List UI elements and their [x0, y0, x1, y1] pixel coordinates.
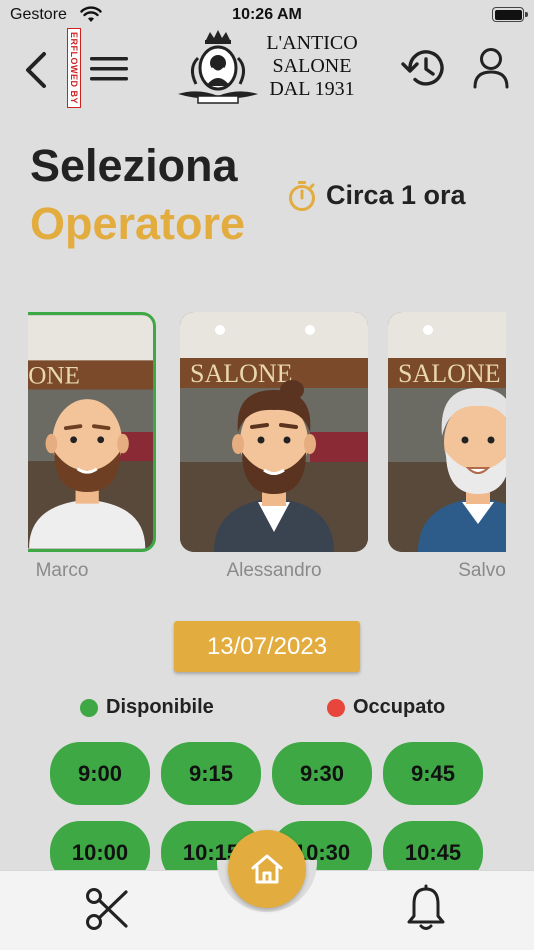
history-icon[interactable]	[400, 46, 448, 90]
status-bar: Gestore 10:26 AM	[0, 0, 534, 30]
bell-icon[interactable]	[405, 884, 447, 932]
svg-text:SALONE: SALONE	[398, 359, 501, 388]
legend-busy-label: Occupato	[353, 696, 446, 718]
status-time: 10:26 AM	[232, 6, 302, 23]
scissors-icon[interactable]	[84, 886, 130, 932]
brand-line-2: SALONE	[272, 55, 352, 77]
back-chevron-icon[interactable]	[20, 48, 52, 92]
operator-name-marco: Marco	[35, 560, 89, 581]
green-dot-icon	[80, 698, 98, 717]
operator-avatar: SALONE	[28, 315, 153, 549]
red-dot-icon	[327, 698, 345, 717]
operator-name-alessandro: Alessandro	[226, 560, 322, 581]
page-title-accent: Operatore	[30, 198, 246, 249]
time-slot[interactable]: 9:45	[383, 742, 483, 805]
operator-name-salvo: Salvo	[458, 560, 506, 581]
menu-icon[interactable]	[88, 54, 130, 84]
operator-avatar: SALONE	[180, 312, 368, 552]
brand-line-3: DAL 1931	[269, 78, 355, 100]
operator-card-salvo[interactable]: SALONE	[388, 312, 506, 552]
barber-crest-logo-icon	[178, 30, 258, 104]
legend-available-label: Disponibile	[106, 696, 214, 718]
date-picker-button[interactable]: 13/07/2023	[174, 621, 360, 672]
overflowed-by-badge: ERFLOWED BY	[67, 28, 81, 108]
legend-busy: Occupato	[327, 696, 445, 719]
estimated-duration: Circa 1 ora	[326, 180, 466, 210]
brand-line-1: L'ANTICO	[266, 32, 358, 54]
legend-available: Disponibile	[80, 696, 214, 719]
time-slot[interactable]: 9:15	[161, 742, 261, 805]
page-title: Seleziona	[30, 140, 238, 191]
time-slot[interactable]: 9:30	[272, 742, 372, 805]
home-button[interactable]	[228, 830, 306, 908]
svg-text:SALONE: SALONE	[190, 359, 293, 388]
svg-text:SALONE: SALONE	[28, 363, 80, 390]
stopwatch-icon	[289, 181, 315, 211]
badge-text: ERFLOWED BY	[69, 32, 79, 104]
user-profile-icon[interactable]	[472, 46, 510, 90]
operator-carousel[interactable]: SALONE Marco SALONE	[28, 312, 506, 592]
operator-card-marco[interactable]: SALONE	[28, 312, 156, 552]
operator-avatar: SALONE	[388, 312, 506, 552]
time-slot[interactable]: 9:00	[50, 742, 150, 805]
brand-name: L'ANTICO SALONE DAL 1931	[262, 32, 362, 101]
battery-icon	[492, 7, 528, 22]
home-icon	[251, 854, 283, 884]
operator-card-alessandro[interactable]: SALONE	[180, 312, 368, 552]
